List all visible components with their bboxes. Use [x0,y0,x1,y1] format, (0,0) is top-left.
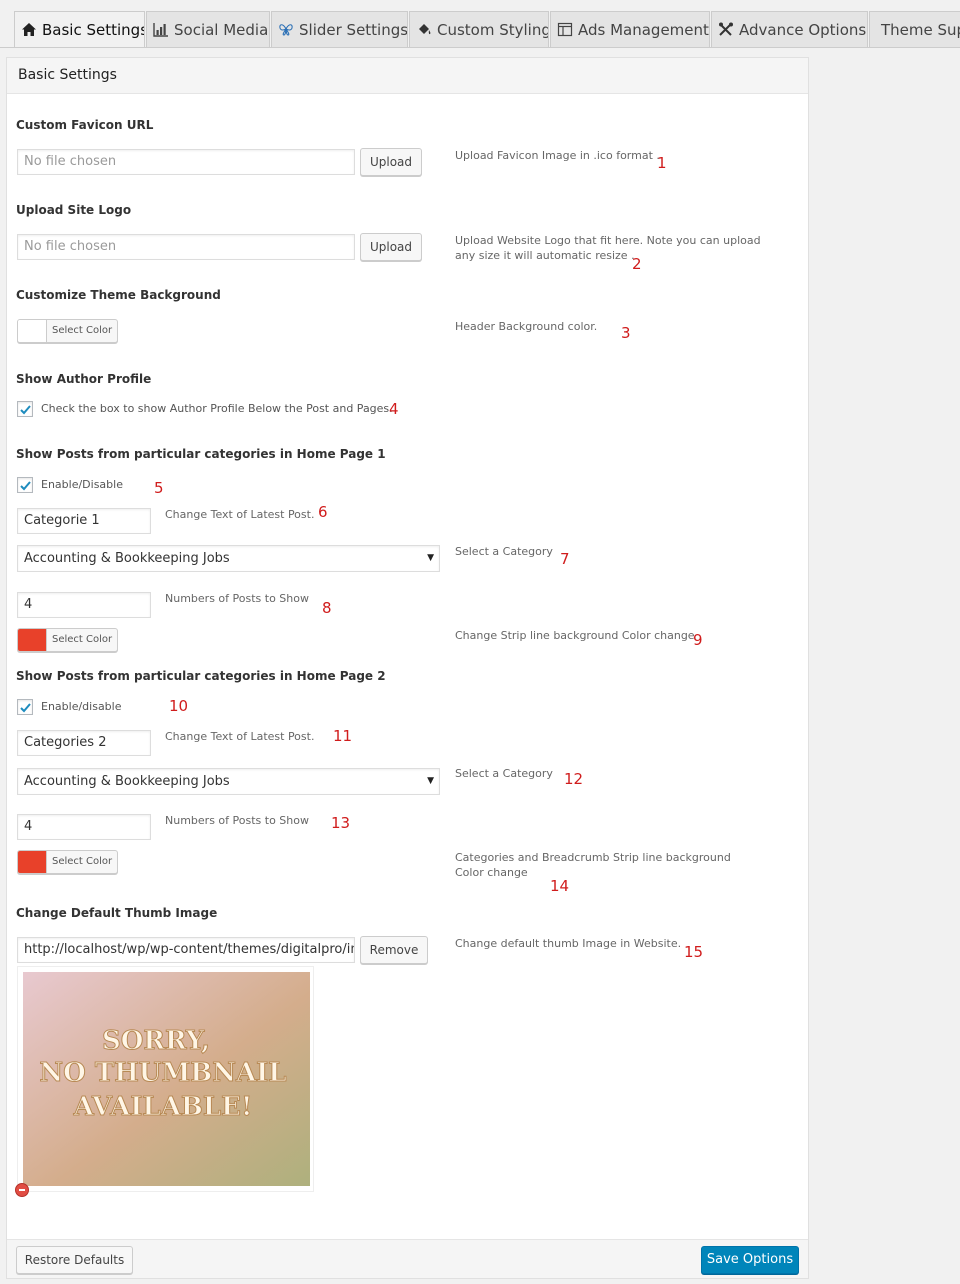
background-label: Customize Theme Background [16,288,221,302]
settings-panel: Basic Settings Custom Favicon URL No fil… [6,57,809,1279]
background-desc: Header Background color. [455,320,598,333]
panel-footer: Restore Defaults Save Options [7,1239,808,1278]
home2-category-desc: Select a Category [455,767,553,780]
home2-text-input[interactable]: Categories 2 [17,730,151,756]
tab-advance-options[interactable]: Advance Options [711,11,868,47]
tools-icon [718,14,736,47]
home1-posts-desc: Numbers of Posts to Show [165,592,309,605]
home1-enable-label: Enable/Disable [41,478,123,491]
home2-color-picker[interactable]: Select Color [17,850,118,874]
annotation-10: 10 [169,697,189,715]
paint-bucket-icon [416,14,434,47]
thumb-url-input[interactable]: http://localhost/wp/wp-content/themes/di… [17,937,355,963]
home2-enable-label: Enable/disable [41,700,122,713]
layout-icon [557,14,575,47]
favicon-desc: Upload Favicon Image in .ico format . [455,149,660,162]
thumb-label: Change Default Thumb Image [16,906,218,920]
logo-label: Upload Site Logo [16,203,132,217]
color-picker-label: Select Color [52,325,113,336]
check-icon [20,703,31,713]
annotation-6: 6 [318,503,328,521]
annotation-13: 13 [331,814,351,832]
annotation-2: 2 [632,255,642,273]
annotation-9: 9 [693,631,703,649]
tab-basic-settings[interactable]: Basic Settings [14,11,145,47]
restore-defaults-button[interactable]: Restore Defaults [16,1246,133,1274]
thumb-preview: SORRY, NO THUMBNAIL AVAILABLE! [17,966,314,1192]
favicon-upload-button[interactable]: Upload [360,148,422,176]
home1-category-desc: Select a Category [455,545,553,558]
chart-icon [153,14,171,47]
home1-category-select[interactable]: Accounting & Bookkeeping Jobs ▼ [17,545,440,572]
home1-posts-input[interactable]: 4 [17,592,151,618]
home2-label: Show Posts from particular categories in… [16,669,386,683]
logo-desc: Upload Website Logo that fit here. Note … [455,234,761,262]
settings-tabs: Basic Settings Social Media Slider Setti… [0,0,960,48]
panel-title: Basic Settings [7,58,808,94]
thumb-line-3: AVAILABLE! [73,1092,253,1122]
author-label: Show Author Profile [16,372,152,386]
annotation-8: 8 [322,599,332,617]
thumb-line-1: SORRY, [102,1026,210,1056]
annotation-14: 14 [550,877,570,895]
home1-color-desc: Change Strip line background Color chang… [455,629,695,642]
annotation-4: 4 [389,400,399,418]
annotation-7: 7 [560,550,570,568]
thumb-line-2: NO THUMBNAIL [39,1058,286,1088]
home1-label: Show Posts from particular categories in… [16,447,386,461]
annotation-1: 1 [657,154,667,172]
tab-ads-management[interactable]: Ads Management [550,11,710,47]
color-swatch [18,629,47,651]
annotation-11: 11 [333,727,353,745]
color-swatch [18,851,47,873]
thumb-desc: Change default thumb Image in Website. [455,937,682,950]
home1-color-picker[interactable]: Select Color [17,628,118,652]
home1-text-input[interactable]: Categorie 1 [17,508,151,534]
author-checkbox-label: Check the box to show Author Profile Bel… [41,402,393,415]
color-picker-label: Select Color [52,634,113,645]
tab-custom-styling[interactable]: Custom Styling [409,11,549,47]
annotation-5: 5 [154,479,164,497]
annotation-3: 3 [621,324,631,342]
home1-enable-checkbox[interactable] [17,477,33,493]
tab-theme-support[interactable]: Theme Support [869,11,960,47]
color-swatch [18,320,47,342]
dropdown-arrow-icon: ▼ [427,553,434,563]
home2-posts-input[interactable]: 4 [17,814,151,840]
home2-posts-desc: Numbers of Posts to Show [165,814,309,827]
check-icon [20,405,31,415]
dropdown-arrow-icon: ▼ [427,776,434,786]
annotation-15: 15 [684,943,704,961]
logo-upload-button[interactable]: Upload [360,233,422,261]
home1-text-desc: Change Text of Latest Post. [165,508,315,521]
home2-enable-checkbox[interactable] [17,699,33,715]
home2-category-select[interactable]: Accounting & Bookkeeping Jobs ▼ [17,768,440,795]
thumb-remove-button[interactable]: Remove [360,936,428,964]
no-thumbnail-image: SORRY, NO THUMBNAIL AVAILABLE! [23,972,310,1186]
butterfly-icon [278,14,296,47]
favicon-file-input[interactable]: No file chosen [17,149,355,175]
tab-social-media[interactable]: Social Media [146,11,270,47]
remove-image-icon[interactable] [15,1183,29,1197]
author-checkbox[interactable] [17,401,33,417]
home2-color-desc: Categories and Breadcrumb Strip line bac… [455,851,731,879]
annotation-12: 12 [564,770,584,788]
tab-slider-settings[interactable]: Slider Settings [271,11,408,47]
background-color-picker[interactable]: Select Color [17,319,118,343]
home-icon [21,14,39,47]
save-options-button[interactable]: Save Options [701,1246,799,1274]
favicon-label: Custom Favicon URL [16,118,154,132]
logo-file-input[interactable]: No file chosen [17,234,355,260]
color-picker-label: Select Color [52,856,113,867]
check-icon [20,481,31,491]
home2-text-desc: Change Text of Latest Post. [165,730,315,743]
